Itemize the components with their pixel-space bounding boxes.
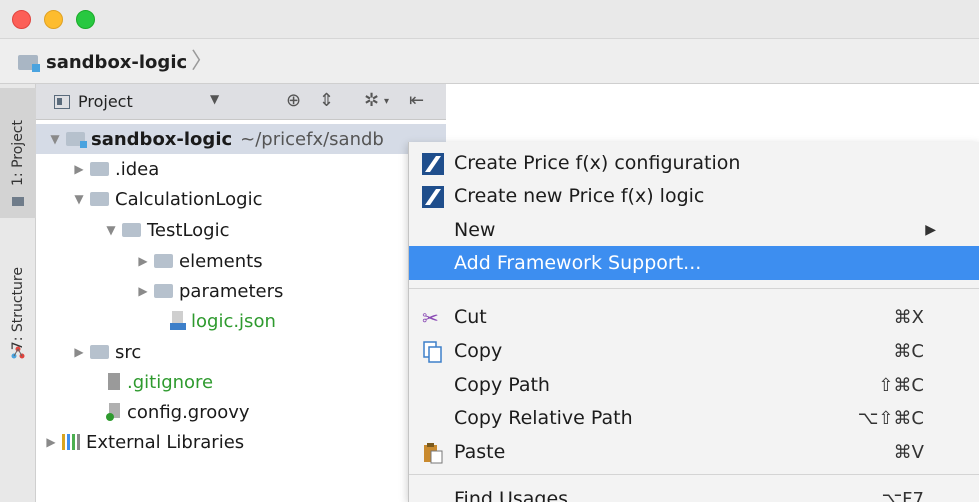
- text-file-icon: [108, 373, 120, 390]
- shortcut-label: ⌥F7: [881, 489, 924, 502]
- minimize-window-button[interactable]: [44, 10, 63, 29]
- tree-item-config-groovy[interactable]: config.groovy: [106, 397, 250, 427]
- tree-item-gitignore[interactable]: .gitignore: [106, 367, 213, 397]
- json-file-icon: [170, 311, 186, 330]
- menu-separator: [409, 474, 979, 475]
- folder-icon: [154, 254, 173, 268]
- breadcrumb[interactable]: sandbox-logic 〉: [18, 49, 213, 75]
- folder-icon: [154, 284, 173, 298]
- module-folder-icon: [18, 54, 40, 72]
- libraries-icon: [62, 434, 80, 450]
- submenu-arrow-icon: ▶: [925, 222, 936, 238]
- expand-arrow-icon[interactable]: ▼: [100, 223, 122, 237]
- expand-arrow-icon[interactable]: ▼: [68, 192, 90, 206]
- folder-icon: [12, 197, 24, 206]
- menu-item-copy-path[interactable]: Copy Path ⇧⌘C: [409, 368, 979, 402]
- tree-root-name: sandbox-logic: [91, 128, 233, 150]
- menu-item-find-usages[interactable]: Find Usages ⌥F7: [409, 482, 979, 502]
- chevron-right-icon: 〉: [191, 49, 214, 74]
- menu-item-paste[interactable]: Paste ⌘V: [409, 435, 979, 469]
- project-panel: Project ▼ ⊕ ⇕ ✲ ▾ ⇤ ▼ sandbox-logic ~/pr…: [36, 84, 979, 502]
- chevron-down-icon[interactable]: ▼: [210, 92, 219, 106]
- tree-root-path: ~/pricefx/sandb: [240, 128, 384, 150]
- project-panel-header: Project ▼ ⊕ ⇕ ✲ ▾ ⇤: [36, 84, 446, 120]
- navigation-bar: sandbox-logic 〉: [0, 38, 979, 84]
- shortcut-label: ⌘C: [893, 341, 924, 362]
- folder-icon: [90, 192, 109, 206]
- breadcrumb-project-label: sandbox-logic: [46, 51, 188, 73]
- menu-item-copy[interactable]: Copy ⌘C: [409, 334, 979, 368]
- copy-icon: [423, 341, 442, 363]
- hide-panel-icon[interactable]: ⇤: [409, 90, 424, 111]
- tree-item-label: .gitignore: [127, 371, 214, 393]
- tree-item-calculationlogic[interactable]: ▼ CalculationLogic: [68, 184, 262, 214]
- locate-icon[interactable]: ⊕: [286, 90, 301, 111]
- collapse-all-icon[interactable]: ⇕: [319, 90, 334, 111]
- tree-item-external-libraries[interactable]: ▶ External Libraries: [40, 427, 244, 457]
- shortcut-label: ⌘V: [893, 442, 924, 463]
- menu-item-cut[interactable]: ✂ Cut ⌘X: [409, 300, 979, 334]
- tree-item-idea[interactable]: ▶ .idea: [68, 154, 159, 184]
- project-panel-title: Project: [78, 92, 133, 111]
- tree-item-label: config.groovy: [127, 401, 250, 423]
- context-menu: Create Price f(x) configuration Create n…: [408, 142, 979, 502]
- folder-icon: [90, 345, 109, 359]
- tree-item-label: External Libraries: [86, 431, 245, 453]
- tree-item-logic-json[interactable]: logic.json: [170, 306, 276, 336]
- window-titlebar: [0, 0, 979, 38]
- tree-item-label: CalculationLogic: [115, 188, 263, 210]
- shortcut-label: ⌥⇧⌘C: [857, 408, 924, 429]
- menu-item-add-framework-support[interactable]: Add Framework Support...: [409, 246, 979, 280]
- tool-window-strip: 1: Project 7: Structure: [0, 84, 36, 502]
- expand-arrow-icon[interactable]: ▼: [44, 132, 66, 146]
- menu-item-copy-relative-path[interactable]: Copy Relative Path ⌥⇧⌘C: [409, 401, 979, 435]
- tree-item-label: elements: [179, 250, 263, 272]
- maximize-window-button[interactable]: [76, 10, 95, 29]
- clipboard-icon: [424, 443, 443, 464]
- close-window-button[interactable]: [12, 10, 31, 29]
- tree-root-row[interactable]: ▼ sandbox-logic ~/pricefx/sandb: [36, 124, 446, 154]
- shortcut-label: ⌘X: [893, 307, 924, 328]
- pricefx-icon: [422, 153, 444, 175]
- collapsed-arrow-icon[interactable]: ▶: [132, 284, 154, 298]
- tree-item-label: TestLogic: [147, 219, 230, 241]
- tab-structure[interactable]: 7: Structure: [0, 234, 36, 384]
- project-view-icon: [54, 94, 70, 109]
- tree-item-parameters[interactable]: ▶ parameters: [132, 276, 283, 306]
- menu-item-create-configuration[interactable]: Create Price f(x) configuration: [409, 146, 979, 180]
- collapsed-arrow-icon[interactable]: ▶: [40, 435, 62, 449]
- gear-icon[interactable]: ✲: [364, 90, 379, 111]
- pricefx-icon: [422, 186, 444, 208]
- gear-dropdown-icon[interactable]: ▾: [384, 96, 389, 107]
- menu-item-create-logic[interactable]: Create new Price f(x) logic: [409, 179, 979, 213]
- tab-project-label: 1: Project: [10, 120, 26, 186]
- collapsed-arrow-icon[interactable]: ▶: [68, 345, 90, 359]
- tree-item-elements[interactable]: ▶ elements: [132, 246, 263, 276]
- folder-icon: [90, 162, 109, 176]
- collapsed-arrow-icon[interactable]: ▶: [132, 254, 154, 268]
- tree-item-label: parameters: [179, 280, 284, 302]
- groovy-file-icon: [106, 403, 120, 421]
- tree-item-label: logic.json: [191, 310, 276, 332]
- tree-item-src[interactable]: ▶ src: [68, 337, 141, 367]
- tab-structure-label: 7: Structure: [10, 267, 26, 351]
- tree-item-label: src: [115, 341, 142, 363]
- menu-separator: [409, 288, 979, 289]
- module-folder-icon: [66, 132, 87, 148]
- collapsed-arrow-icon[interactable]: ▶: [68, 162, 90, 176]
- folder-icon: [122, 223, 141, 237]
- tree-item-testlogic[interactable]: ▼ TestLogic: [100, 215, 230, 245]
- scissors-icon: ✂: [422, 306, 439, 330]
- menu-item-new[interactable]: New ▶: [409, 213, 979, 247]
- structure-icon: [11, 346, 25, 359]
- project-view-selector[interactable]: Project: [54, 92, 133, 111]
- tree-item-label: .idea: [115, 158, 160, 180]
- shortcut-label: ⇧⌘C: [878, 375, 924, 396]
